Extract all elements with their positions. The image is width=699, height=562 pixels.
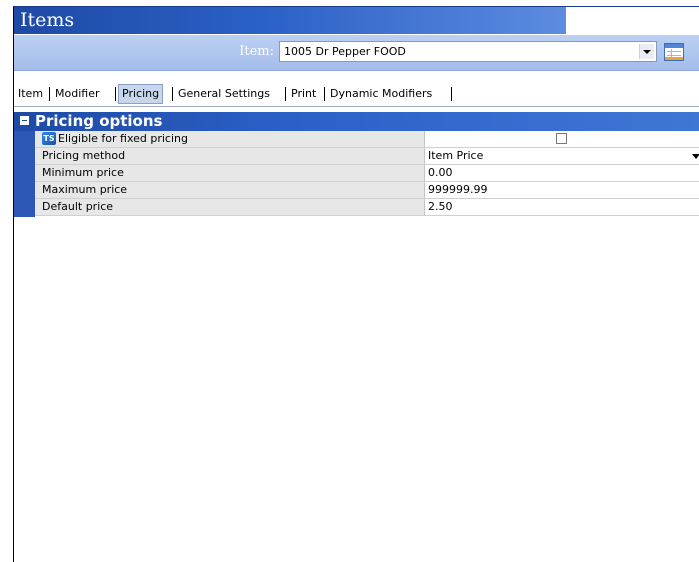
property-name[interactable]: Pricing method: [35, 148, 425, 164]
pricing-method-dropdown[interactable]: Item Price: [425, 148, 699, 164]
item-label: Item:: [239, 44, 274, 59]
default-price-field[interactable]: 2.50: [425, 199, 699, 215]
item-selector-bar: Item: 1005 Dr Pepper FOOD: [14, 35, 699, 71]
property-name[interactable]: Minimum price: [35, 165, 425, 181]
maximum-price-field[interactable]: 999999.99: [425, 182, 699, 198]
tab-separator: [285, 87, 286, 101]
property-name[interactable]: TS Eligible for fixed pricing: [35, 131, 425, 147]
tab-separator: [115, 87, 116, 101]
property-label: Minimum price: [42, 166, 124, 179]
title-bar-blank: [566, 7, 699, 34]
row-default-price: Default price 2.50: [35, 199, 699, 216]
property-label: Eligible for fixed pricing: [58, 132, 188, 145]
row-pricing-method: Pricing method Item Price: [35, 148, 699, 165]
property-name[interactable]: Maximum price: [35, 182, 425, 198]
items-window: Items Item: 1005 Dr Pepper FOOD Item Mod…: [13, 6, 699, 562]
tab-separator: [172, 87, 173, 101]
ts-icon: TS: [42, 131, 56, 145]
grid-icon[interactable]: [664, 43, 684, 61]
group-title: Pricing options: [35, 112, 163, 130]
tab-pricing[interactable]: Pricing: [118, 84, 164, 104]
row-eligible-fixed-pricing: TS Eligible for fixed pricing: [35, 131, 699, 148]
property-label: Pricing method: [42, 149, 126, 162]
property-label: Default price: [42, 200, 114, 213]
chevron-down-icon[interactable]: [692, 154, 699, 159]
tab-separator: [49, 87, 50, 101]
collapse-icon[interactable]: [20, 116, 29, 125]
row-minimum-price: Minimum price 0.00: [35, 165, 699, 182]
property-label: Maximum price: [42, 183, 128, 196]
minimum-price-field[interactable]: 0.00: [425, 165, 699, 181]
property-value: [425, 131, 699, 147]
group-margin: [14, 131, 35, 217]
tab-general-settings[interactable]: General Settings: [175, 85, 273, 103]
window-title: Items: [14, 7, 566, 34]
tab-modifier[interactable]: Modifier: [52, 85, 102, 103]
fixed-pricing-checkbox[interactable]: [556, 133, 567, 144]
tab-separator: [451, 87, 452, 101]
tab-bar: Item Modifier Pricing General Settings P…: [14, 81, 699, 107]
row-maximum-price: Maximum price 999999.99: [35, 182, 699, 199]
group-header-pricing-options[interactable]: Pricing options: [14, 112, 699, 131]
chevron-down-icon[interactable]: [639, 44, 654, 59]
item-combo-value: 1005 Dr Pepper FOOD: [284, 45, 406, 58]
tab-separator: [324, 87, 325, 101]
tab-print[interactable]: Print: [288, 85, 319, 103]
property-name[interactable]: Default price: [35, 199, 425, 215]
property-value: Item Price: [428, 149, 484, 162]
tab-dynamic-modifiers[interactable]: Dynamic Modifiers: [327, 85, 435, 103]
tab-item[interactable]: Item: [15, 85, 46, 103]
item-combo[interactable]: 1005 Dr Pepper FOOD: [279, 41, 657, 62]
